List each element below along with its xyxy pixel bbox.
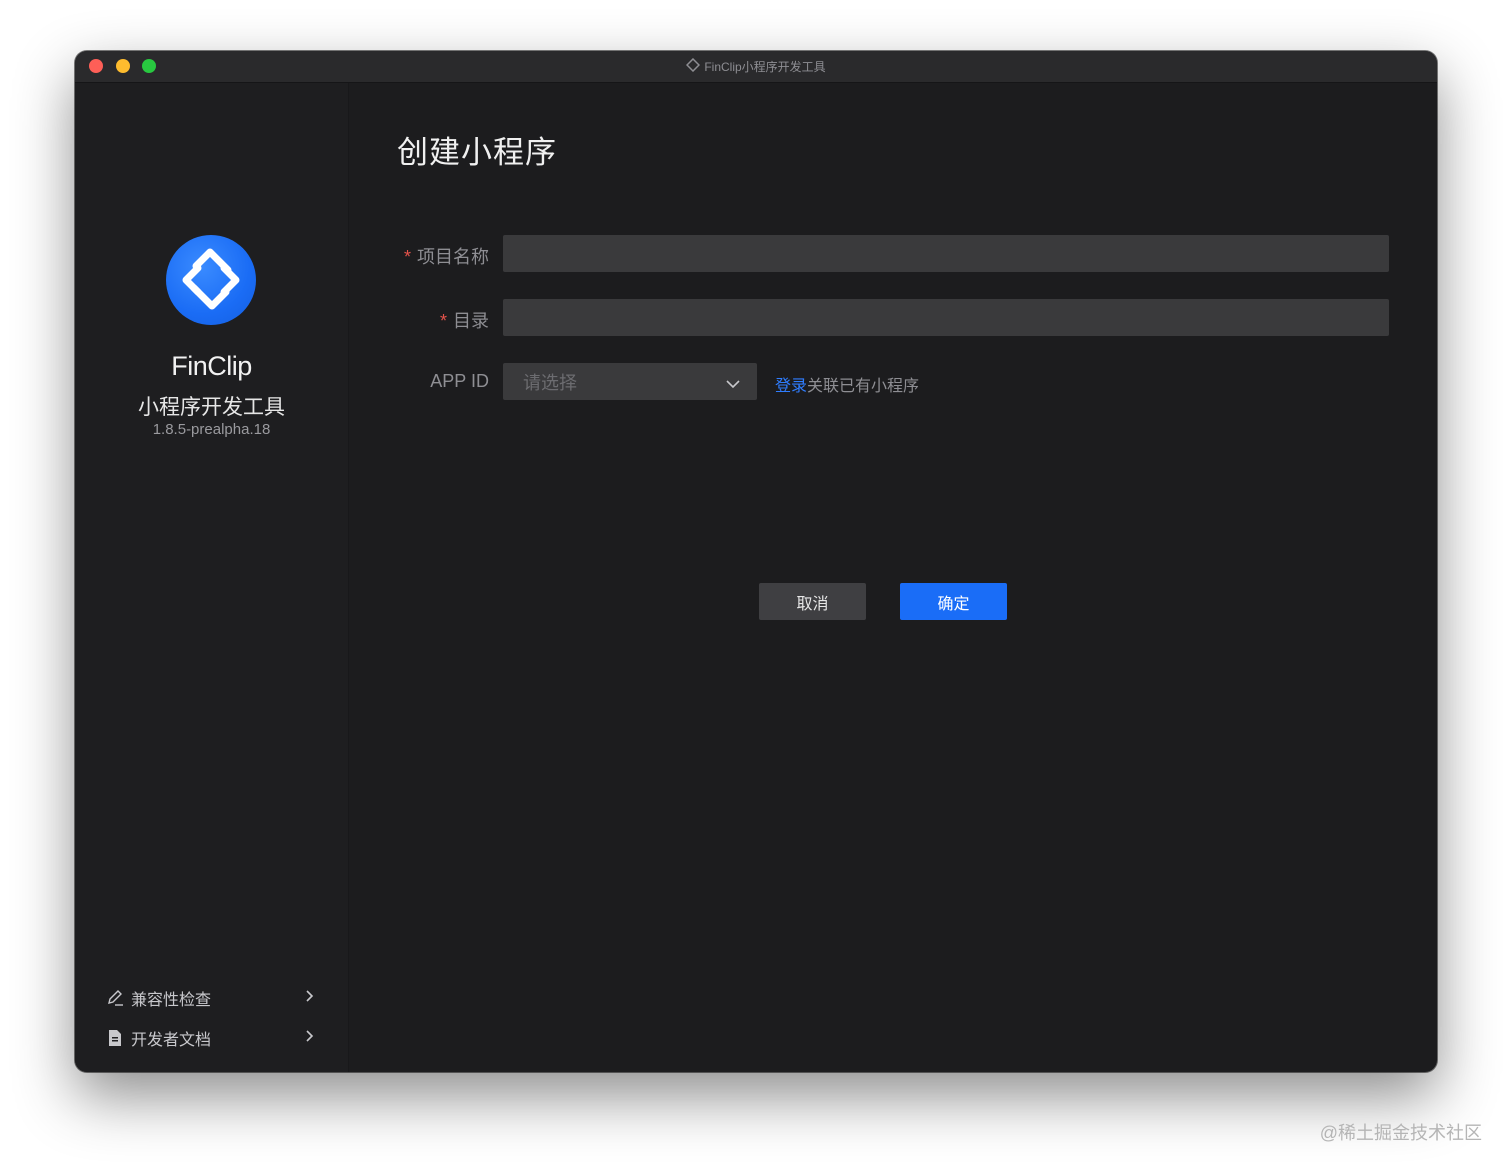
main-panel: 创建小程序 * 项目名称 * 目录 APP ID 请选择 登录关联已有小程序 取消 … [349,83,1437,1072]
appid-placeholder: 请选择 [523,372,577,393]
required-mark: * [403,247,411,267]
sidebar-item-developer-docs[interactable]: 开发者文档 [105,1023,315,1053]
project-name-input[interactable] [503,235,1389,272]
page-title: 创建小程序 [397,135,557,170]
appid-select[interactable]: 请选择 [503,363,757,400]
login-link[interactable]: 登录 [775,378,807,395]
cancel-button[interactable]: 取消 [759,583,866,620]
document-icon [105,1028,125,1048]
window-title: FinClip小程序开发工具 [704,60,826,74]
chevron-right-icon [305,1028,315,1049]
pen-icon [105,988,125,1008]
app-window: FinClip小程序开发工具 FinClip 小程序开发工具 1.8.5-pre… [75,51,1437,1072]
chevron-right-icon [305,988,315,1009]
brand-name: FinClip [171,351,252,381]
project-name-label: * 项目名称 [403,247,489,267]
version-label: 1.8.5-prealpha.18 [152,421,271,438]
appid-label: APP ID [430,371,489,391]
login-link-suffix: 关联已有小程序 [807,378,920,395]
directory-label: * 目录 [439,311,489,331]
window-title-wrap: FinClip小程序开发工具 [75,51,1437,82]
directory-input[interactable] [503,299,1389,336]
finclip-logo-icon [686,57,701,75]
sidebar-item-label: 兼容性检查 [131,992,212,1009]
finclip-app-logo-icon [166,235,256,325]
sidebar: FinClip 小程序开发工具 1.8.5-prealpha.18 兼容性检查 [75,83,349,1072]
confirm-button[interactable]: 确定 [900,583,1007,620]
chevron-down-icon [725,374,741,395]
title-bar: FinClip小程序开发工具 [75,51,1437,83]
required-mark: * [439,311,447,331]
sidebar-item-compatibility-check[interactable]: 兼容性检查 [105,983,315,1013]
watermark: @稀土掘金技术社区 [1319,1123,1482,1143]
brand-subtitle: 小程序开发工具 [138,396,285,419]
login-link-row: 登录关联已有小程序 [775,372,919,396]
sidebar-item-label: 开发者文档 [131,1032,212,1049]
